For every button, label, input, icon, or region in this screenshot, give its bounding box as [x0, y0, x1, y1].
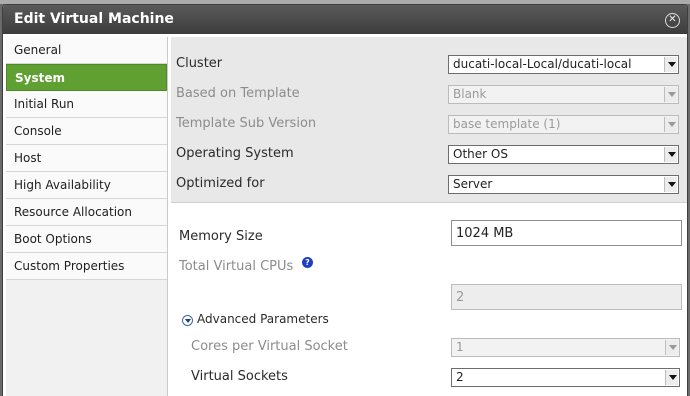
template-version-row: Template Sub Version base template (1)	[171, 113, 687, 137]
help-icon[interactable]: ?	[302, 257, 313, 268]
memory-size-input[interactable]	[451, 220, 682, 246]
memory-label: Memory Size	[179, 229, 263, 244]
sidebar-item-high-availability[interactable]: High Availability	[6, 172, 167, 199]
system-tab-content: Cluster ducati-local-Local/ducati-local …	[171, 37, 687, 396]
cores-row: Cores per Virtual Socket 1	[171, 336, 687, 360]
advanced-params-label[interactable]: Advanced Parameters	[197, 312, 329, 326]
vcpus-input	[451, 284, 682, 310]
template-version-select-value: base template (1)	[453, 117, 561, 131]
sidebar-item-system[interactable]: System	[6, 64, 167, 91]
cluster-row: Cluster ducati-local-Local/ducati-local	[171, 53, 687, 77]
template-select-value: Blank	[453, 87, 487, 101]
os-select-value: Other OS	[453, 147, 508, 161]
chevron-down-icon	[665, 340, 678, 355]
sidebar-item-custom-properties[interactable]: Custom Properties	[6, 253, 167, 280]
dialog-titlebar[interactable]: Edit Virtual Machine ✕	[3, 5, 687, 34]
sidebar-item-host[interactable]: Host	[6, 145, 167, 172]
sidebar-list: General System Initial Run Console Host …	[6, 37, 167, 280]
expand-toggle-icon[interactable]	[182, 315, 193, 326]
chevron-down-icon	[664, 87, 677, 102]
cluster-select[interactable]: ducati-local-Local/ducati-local	[448, 55, 679, 74]
template-row: Based on Template Blank	[171, 83, 687, 107]
sidebar-item-boot-options[interactable]: Boot Options	[6, 226, 167, 253]
os-row: Operating System Other OS	[171, 143, 687, 167]
template-label: Based on Template	[176, 86, 300, 101]
memory-row: Memory Size	[171, 220, 687, 250]
vcpus-label: Total Virtual CPUs	[179, 259, 294, 274]
optimized-label: Optimized for	[176, 176, 265, 191]
optimized-select-value: Server	[453, 177, 493, 191]
chevron-down-icon[interactable]	[664, 57, 677, 72]
chevron-down-icon[interactable]	[665, 370, 678, 385]
vcpus-row: Total Virtual CPUs ?	[171, 256, 687, 280]
chevron-down-icon	[664, 117, 677, 132]
chevron-down-icon[interactable]	[664, 147, 677, 162]
sidebar-item-initial-run[interactable]: Initial Run	[6, 91, 167, 118]
edit-vm-dialog: Edit Virtual Machine ✕ General System In…	[2, 4, 688, 396]
cores-select: 1	[451, 338, 680, 357]
dialog-title: Edit Virtual Machine	[14, 11, 174, 27]
general-settings-section: Cluster ducati-local-Local/ducati-local …	[171, 37, 687, 203]
template-select: Blank	[448, 85, 679, 104]
sockets-label: Virtual Sockets	[191, 369, 288, 384]
cluster-label: Cluster	[176, 56, 223, 71]
cores-label: Cores per Virtual Socket	[191, 339, 348, 354]
os-label: Operating System	[176, 146, 294, 161]
os-select[interactable]: Other OS	[448, 145, 679, 164]
sidebar-item-resource-allocation[interactable]: Resource Allocation	[6, 199, 167, 226]
sockets-select[interactable]: 2	[451, 368, 680, 387]
sidebar-item-console[interactable]: Console	[6, 118, 167, 145]
sidebar-item-general[interactable]: General	[6, 37, 167, 64]
chevron-down-icon[interactable]	[664, 177, 677, 192]
optimized-select[interactable]: Server	[448, 175, 679, 194]
sockets-select-value: 2	[456, 370, 464, 384]
optimized-row: Optimized for Server	[171, 173, 687, 197]
template-version-label: Template Sub Version	[176, 116, 317, 131]
cluster-select-value: ducati-local-Local/ducati-local	[453, 57, 632, 71]
close-icon[interactable]: ✕	[665, 13, 680, 28]
dialog-sidebar: General System Initial Run Console Host …	[6, 37, 168, 396]
vcpus-input-row	[171, 284, 687, 310]
cores-select-value: 1	[456, 340, 464, 354]
advanced-params-row[interactable]: Advanced Parameters	[171, 309, 687, 333]
template-version-select: base template (1)	[448, 115, 679, 134]
sockets-row: Virtual Sockets 2	[171, 366, 687, 390]
